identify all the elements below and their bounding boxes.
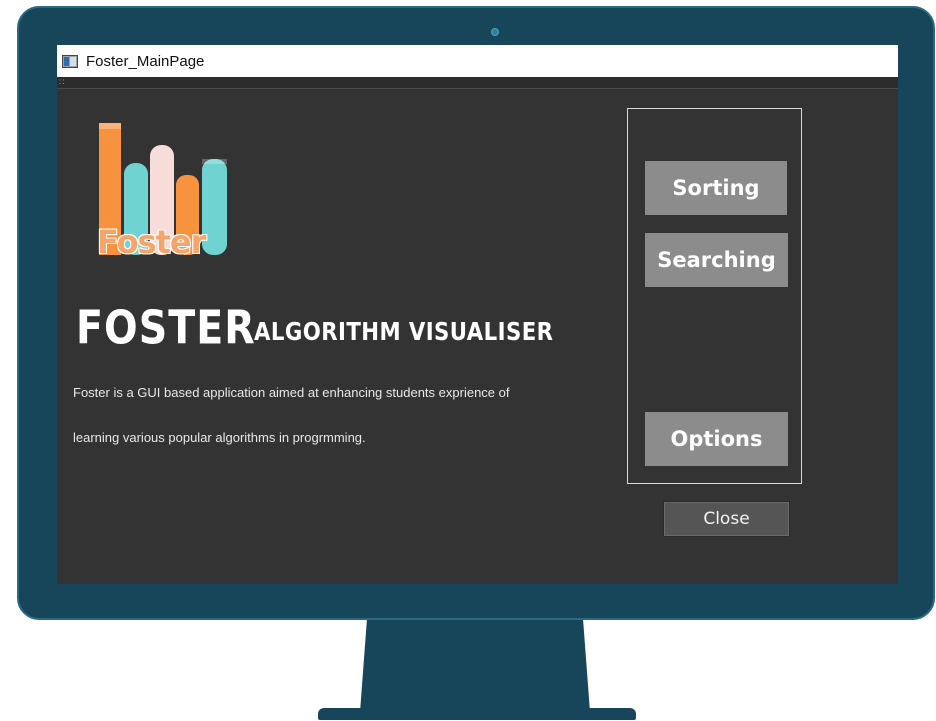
app-window-icon	[62, 54, 78, 68]
app-window: Foster_MainPage :: Foster FOSTER ALGORIT…	[57, 45, 898, 584]
title-bar[interactable]: Foster_MainPage	[57, 45, 898, 77]
searching-button[interactable]: Searching	[645, 233, 788, 287]
description-line-2: learning various popular algorithms in p…	[73, 430, 366, 445]
app-subtitle: ALGORITHM VISUALISER	[254, 317, 554, 346]
sorting-button[interactable]: Sorting	[645, 161, 787, 215]
monitor-base	[318, 708, 636, 720]
close-button[interactable]: Close	[663, 501, 790, 537]
description-line-1: Foster is a GUI based application aimed …	[73, 385, 510, 400]
logo-text: Foster	[97, 223, 206, 261]
monitor-stand	[360, 620, 590, 712]
options-button[interactable]: Options	[645, 412, 788, 466]
toolbar-grip-icon[interactable]: ::	[59, 78, 65, 86]
app-name-heading: FOSTER	[76, 301, 256, 356]
foster-logo: Foster	[97, 119, 229, 261]
camera-dot	[491, 28, 499, 36]
toolbar: ::	[57, 77, 898, 89]
window-title: Foster_MainPage	[86, 52, 205, 70]
